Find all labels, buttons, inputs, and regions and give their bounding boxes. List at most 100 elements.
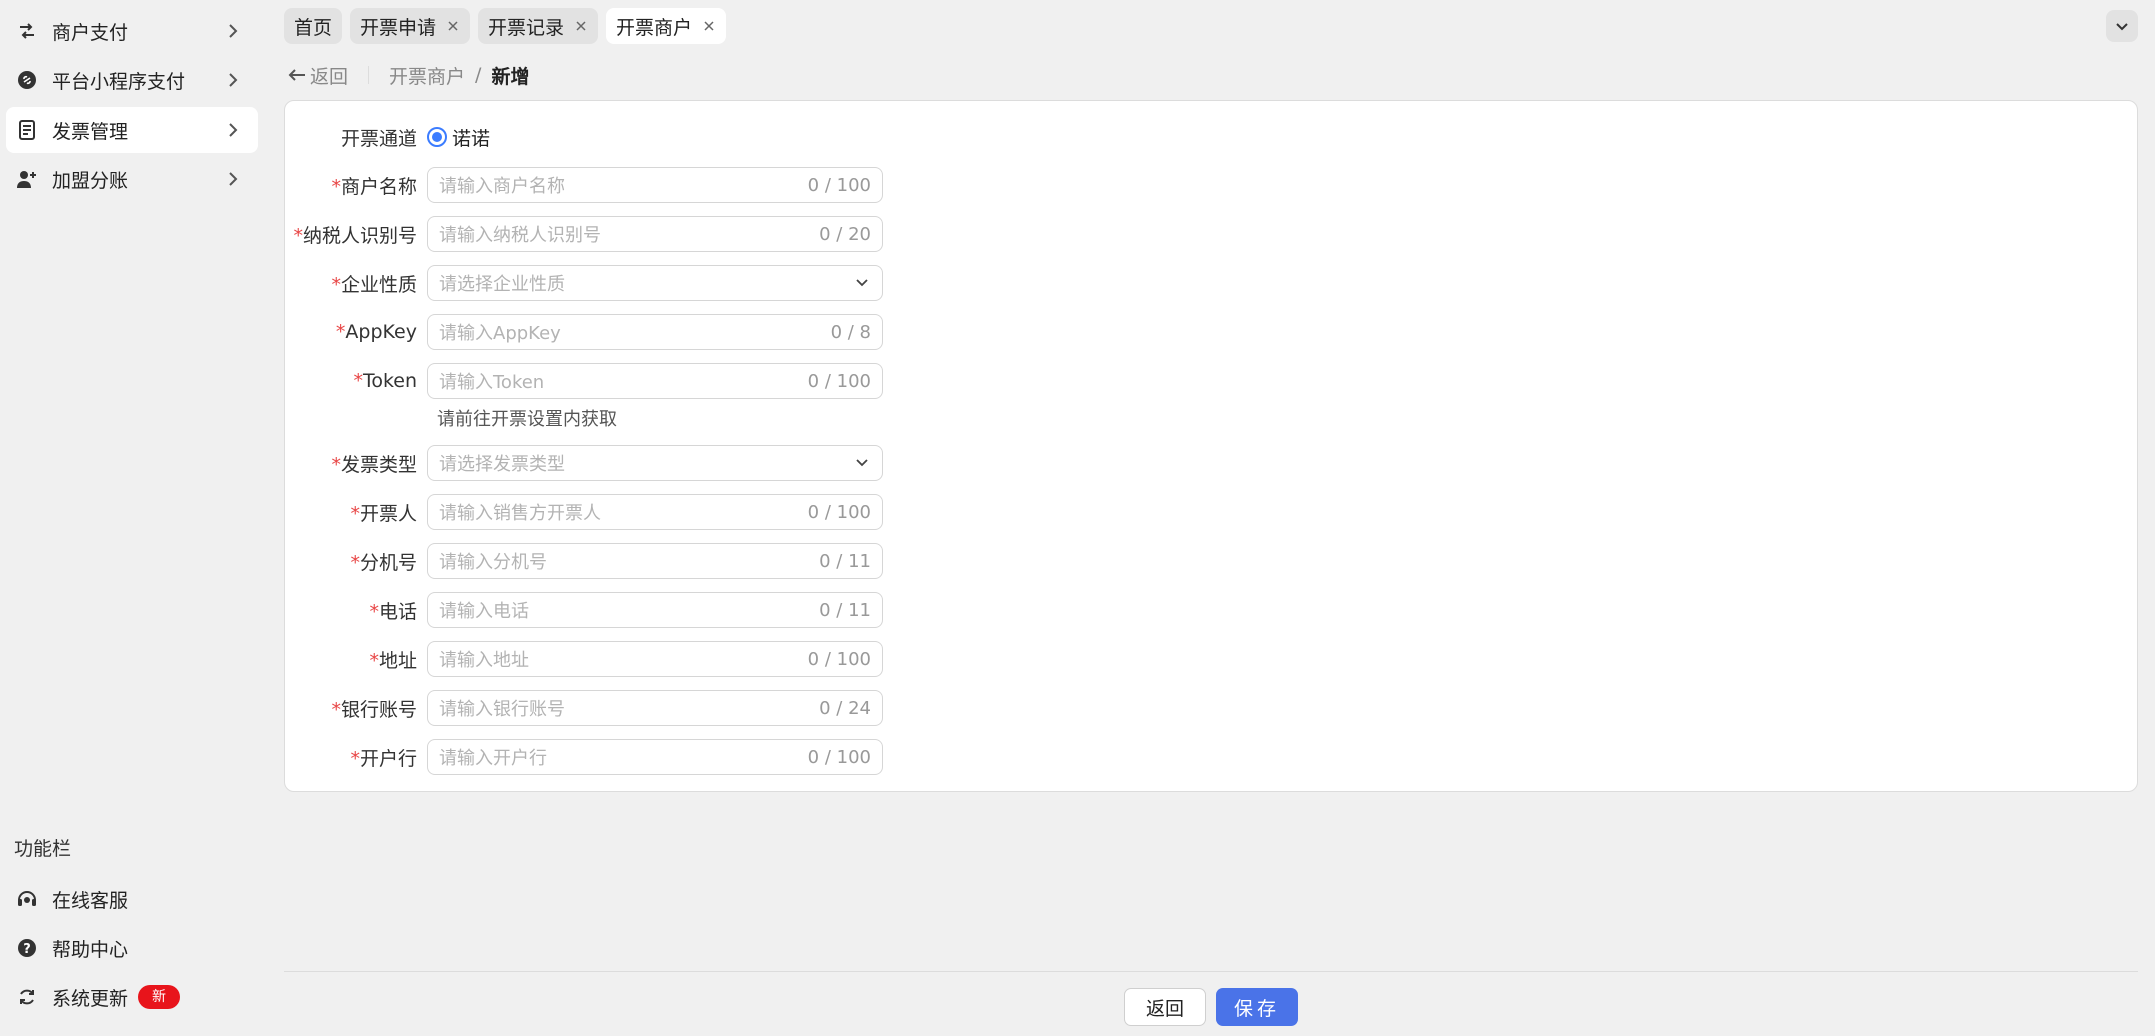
- channel-label: 开票通道: [340, 127, 417, 150]
- tab-home[interactable]: 首页: [284, 8, 343, 44]
- issuer-input[interactable]: 请输入销售方开票人 0 / 100: [427, 494, 883, 530]
- chevron-down-icon: [2115, 17, 2129, 36]
- radio-button[interactable]: [427, 127, 447, 147]
- form-row-enterprise-type: *企业性质 请选择企业性质: [285, 265, 883, 301]
- function-section-title: 功能栏: [14, 838, 72, 860]
- func-item-label: 帮助中心: [52, 938, 129, 961]
- form-row-invoice-type: *发票类型 请选择发票类型: [285, 445, 883, 481]
- phone-label: *电话: [369, 600, 417, 623]
- help-icon: ?: [16, 937, 38, 959]
- sidebar-item-franchise[interactable]: 加盟分账: [6, 156, 258, 202]
- char-count: 0 / 100: [807, 746, 871, 768]
- back-link[interactable]: 返回: [288, 62, 348, 89]
- char-count: 0 / 100: [807, 648, 871, 670]
- func-item-help-center[interactable]: ? 帮助中心: [6, 925, 258, 971]
- chevron-right-icon: [222, 69, 244, 91]
- extension-input[interactable]: 请输入分机号 0 / 11: [427, 543, 883, 579]
- char-count: 0 / 24: [819, 697, 871, 719]
- char-count: 0 / 8: [830, 321, 871, 343]
- appkey-input[interactable]: 请输入AppKey 0 / 8: [427, 314, 883, 350]
- close-icon[interactable]: [446, 19, 460, 33]
- tab-label: 开票申请: [360, 16, 437, 39]
- token-label: *Token: [353, 370, 417, 392]
- tax-id-input[interactable]: 请输入纳税人识别号 0 / 20: [427, 216, 883, 252]
- tax-id-label: *纳税人识别号: [293, 224, 417, 247]
- form-row-token: *Token 请输入Token 0 / 100: [285, 363, 883, 399]
- func-item-system-update[interactable]: 系统更新 新: [6, 974, 258, 1020]
- issuer-label: *开票人: [350, 502, 417, 525]
- form-row-address: *地址 请输入地址 0 / 100: [285, 641, 883, 677]
- tab-invoice-records[interactable]: 开票记录: [478, 8, 599, 44]
- invoice-type-select[interactable]: 请选择发票类型: [427, 445, 883, 481]
- tab-bar: 首页 开票申请 开票记录 开票商户: [284, 8, 734, 44]
- radio-label: 诺诺: [452, 127, 491, 150]
- tab-dropdown-button[interactable]: [2106, 10, 2138, 42]
- enterprise-type-label: *企业性质: [331, 273, 417, 296]
- chevron-right-icon: [222, 119, 244, 141]
- bank-name-input[interactable]: 请输入开户行 0 / 100: [427, 739, 883, 775]
- tab-invoice-merchant[interactable]: 开票商户: [606, 8, 727, 44]
- receipt-icon: [16, 119, 38, 141]
- bank-name-label: *开户行: [350, 747, 417, 770]
- close-icon[interactable]: [574, 19, 588, 33]
- token-input[interactable]: 请输入Token 0 / 100: [427, 363, 883, 399]
- merchant-name-input[interactable]: 请输入商户名称 0 / 100: [427, 167, 883, 203]
- chevron-right-icon: [222, 20, 244, 42]
- chevron-down-icon: [853, 274, 871, 292]
- token-hint: 请前往开票设置内获取: [437, 409, 617, 430]
- breadcrumb: 返回 开票商户 / 新增: [288, 62, 529, 88]
- headset-icon: [16, 888, 38, 910]
- sidebar: 商户支付 平台小程序支付 发票管理 加盟分账 功能栏 在线客服 ? 帮助中心 系…: [0, 0, 268, 1036]
- sidebar-item-label: 商户支付: [52, 21, 129, 44]
- sidebar-item-invoice[interactable]: 发票管理: [6, 107, 258, 153]
- char-count: 0 / 100: [807, 370, 871, 392]
- save-button[interactable]: 保存: [1216, 988, 1298, 1026]
- breadcrumb-parent[interactable]: 开票商户: [389, 62, 465, 89]
- new-badge: 新: [138, 985, 181, 1009]
- merchant-name-label: *商户名称: [331, 175, 417, 198]
- invoice-type-label: *发票类型: [331, 453, 417, 476]
- char-count: 0 / 11: [819, 550, 871, 572]
- breadcrumb-current: 新增: [491, 65, 530, 88]
- form-card: 开票通道 诺诺 *商户名称 请输入商户名称 0 / 100 *纳税人识别号 请输…: [284, 100, 2138, 792]
- sidebar-item-label: 平台小程序支付: [52, 70, 186, 93]
- sidebar-item-merchant-pay[interactable]: 商户支付: [6, 8, 258, 54]
- close-icon[interactable]: [702, 19, 716, 33]
- chevron-right-icon: [222, 168, 244, 190]
- bank-account-label: *银行账号: [331, 698, 417, 721]
- tab-invoice-apply[interactable]: 开票申请: [350, 8, 471, 44]
- form-row-channel: 开票通道 诺诺: [285, 119, 490, 155]
- tab-label: 开票商户: [616, 16, 693, 39]
- tab-label: 开票记录: [488, 16, 565, 39]
- sidebar-item-label: 发票管理: [52, 120, 129, 143]
- divider: [368, 66, 370, 84]
- bank-account-input[interactable]: 请输入银行账号 0 / 24: [427, 690, 883, 726]
- extension-label: *分机号: [350, 551, 417, 574]
- form-row-issuer: *开票人 请输入销售方开票人 0 / 100: [285, 494, 883, 530]
- form-row-phone: *电话 请输入电话 0 / 11: [285, 592, 883, 628]
- char-count: 0 / 20: [819, 223, 871, 245]
- address-input[interactable]: 请输入地址 0 / 100: [427, 641, 883, 677]
- back-label: 返回: [310, 65, 349, 88]
- phone-input[interactable]: 请输入电话 0 / 11: [427, 592, 883, 628]
- char-count: 0 / 100: [807, 174, 871, 196]
- chevron-down-icon: [853, 454, 871, 472]
- arrow-left-icon: [288, 69, 305, 81]
- svg-text:?: ?: [23, 942, 31, 957]
- func-item-label: 在线客服: [52, 889, 129, 912]
- back-button[interactable]: 返回: [1124, 988, 1206, 1026]
- form-row-appkey: *AppKey 请输入AppKey 0 / 8: [285, 314, 883, 350]
- channel-radio-nuonuo[interactable]: 诺诺: [427, 124, 490, 151]
- enterprise-type-select[interactable]: 请选择企业性质: [427, 265, 883, 301]
- address-label: *地址: [369, 649, 417, 672]
- breadcrumb-separator: /: [475, 64, 482, 86]
- char-count: 0 / 11: [819, 599, 871, 621]
- form-row-bank-account: *银行账号 请输入银行账号 0 / 24: [285, 690, 883, 726]
- form-row-extension: *分机号 请输入分机号 0 / 11: [285, 543, 883, 579]
- transfer-icon: [16, 20, 38, 42]
- tab-label: 首页: [294, 16, 333, 39]
- sidebar-item-miniprogram-pay[interactable]: 平台小程序支付: [6, 57, 258, 103]
- func-item-online-service[interactable]: 在线客服: [6, 876, 258, 922]
- form-row-bank-name: *开户行 请输入开户行 0 / 100: [285, 739, 883, 775]
- refresh-icon: [16, 986, 38, 1008]
